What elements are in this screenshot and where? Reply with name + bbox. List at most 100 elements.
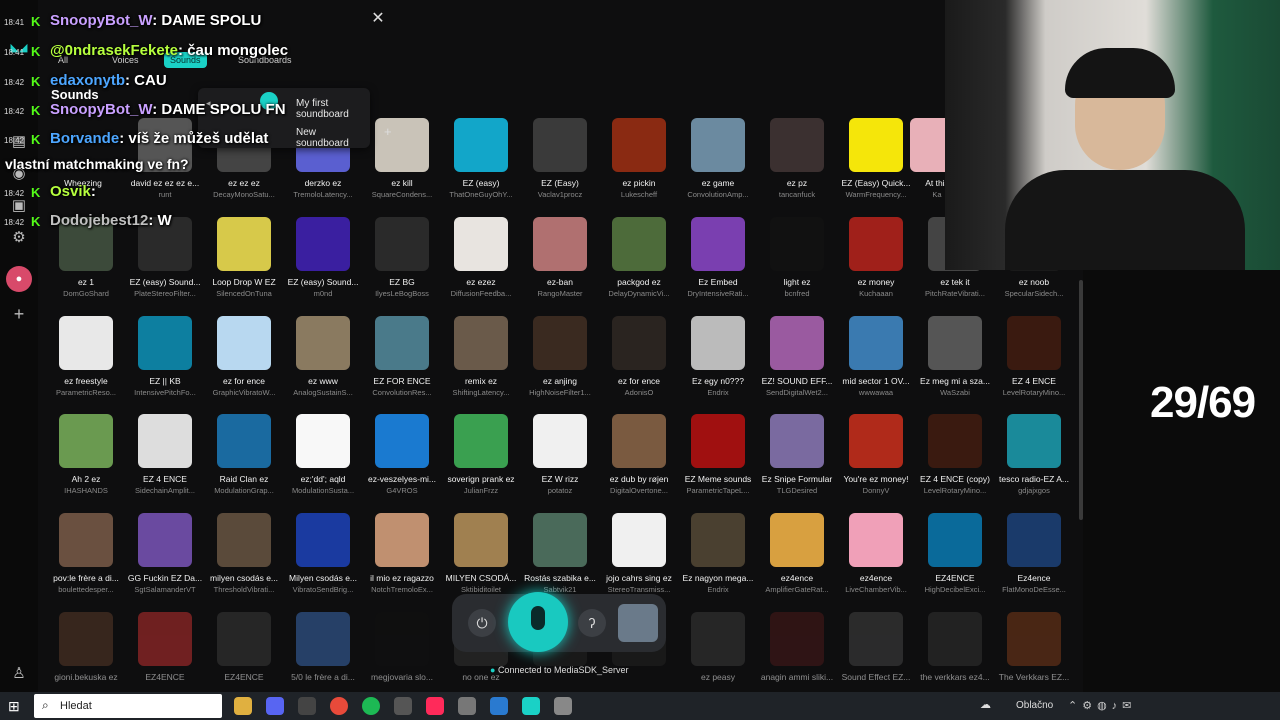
sound-tile[interactable]: ez anjing HighNoiseFilter1...: [521, 316, 599, 410]
store-icon[interactable]: [490, 697, 508, 715]
chrome-icon[interactable]: [330, 697, 348, 715]
weather-icon[interactable]: ☁: [980, 698, 991, 711]
discord-icon[interactable]: [266, 697, 284, 715]
sound-tile[interactable]: ez for ence GraphicVibratoW...: [205, 316, 283, 410]
sound-tile[interactable]: ez for ence AdonisO: [600, 316, 678, 410]
chat-message: edaxonytb: CAU: [50, 72, 167, 89]
sound-tile[interactable]: EZ (Easy) Vaclav1procz: [521, 118, 599, 212]
sound-tile[interactable]: EZ (easy) Sound... m0nd: [284, 217, 362, 311]
sound-tile[interactable]: milyen csodás e... ThresholdVibrati...: [205, 513, 283, 607]
app-icon[interactable]: [554, 697, 572, 715]
sound-tile[interactable]: EZ BG IlyesLeBogBoss: [363, 217, 441, 311]
sound-tile[interactable]: ez pz tancanfuck: [758, 118, 836, 212]
sound-tile[interactable]: light ez bcnfred: [758, 217, 836, 311]
sound-tile[interactable]: anagin ammi sliki...: [758, 612, 836, 692]
sound-tile[interactable]: ez money Kuchaaan: [837, 217, 915, 311]
sound-tile[interactable]: MILYEN CSODÁ... Sktibiditoilet: [442, 513, 520, 607]
sound-tile[interactable]: EZ4ENCE: [205, 612, 283, 692]
sound-tile[interactable]: EZ 4 ENCE SidechainAmplit...: [126, 414, 204, 508]
sound-tile[interactable]: ez4ence AmplifierGateRat...: [758, 513, 836, 607]
sound-tile[interactable]: packgod ez DelayDynamicVi...: [600, 217, 678, 311]
sound-tile[interactable]: ez-veszelyes-mi... G4VROS: [363, 414, 441, 508]
sound-tile[interactable]: Ah 2 ez IHASHANDS: [47, 414, 125, 508]
sound-tile[interactable]: Raid Clan ez ModulationGrap...: [205, 414, 283, 508]
sound-tile[interactable]: ez 1 DomGoShard: [47, 217, 125, 311]
sound-tile[interactable]: ez;'dd'; aqld ModulationSusta...: [284, 414, 362, 508]
sound-tile[interactable]: ez game ConvolutionAmp...: [679, 118, 757, 212]
sound-tile[interactable]: ez peasy: [679, 612, 757, 692]
sound-tile[interactable]: megjovaria slo...: [363, 612, 441, 692]
app-icon[interactable]: [458, 697, 476, 715]
sound-tile[interactable]: ez-ban RangoMaster: [521, 217, 599, 311]
sound-name: soverign prank ez: [447, 474, 515, 484]
sound-tile[interactable]: EZ Meme sounds ParametricTapeL...: [679, 414, 757, 508]
sound-tile[interactable]: EZ (easy) ThatOneGuyOhY...: [442, 118, 520, 212]
sound-tile[interactable]: EZ! SOUND EFF... SendDigitalWet2...: [758, 316, 836, 410]
sound-tile[interactable]: Sound Effect EZ...: [837, 612, 915, 692]
sound-tile[interactable]: GG Fuckin EZ Da... SgtSalamanderVT: [126, 513, 204, 607]
sound-tile[interactable]: remix ez ShiftingLatency...: [442, 316, 520, 410]
scrollbar[interactable]: [1079, 280, 1083, 520]
file-explorer-icon[interactable]: [234, 697, 252, 715]
sound-tile[interactable]: ez pickin Lukescheff: [600, 118, 678, 212]
sound-tile[interactable]: EZ 4 ENCE (copy) LevelRotaryMino...: [916, 414, 994, 508]
menu-item-new-soundboard[interactable]: New soundboard: [296, 127, 370, 149]
sound-tile[interactable]: il mio ez ragazzo NotchTremoloEx...: [363, 513, 441, 607]
sound-tile[interactable]: EZ4ENCE HighDecibelExci...: [916, 513, 994, 607]
sound-tile[interactable]: The Verkkars EZ...: [995, 612, 1073, 692]
sound-tile[interactable]: Ez egy n0??? Endrix: [679, 316, 757, 410]
steam-icon[interactable]: [298, 697, 316, 715]
obs-icon[interactable]: [394, 697, 412, 715]
sound-tile[interactable]: ez www AnalogSustainS...: [284, 316, 362, 410]
search-input[interactable]: ⌕ Hledat: [34, 694, 222, 718]
sound-tile[interactable]: ez dub by røjen DigitalOvertone...: [600, 414, 678, 508]
sound-tile[interactable]: Ez Snipe Formular TLGDesired: [758, 414, 836, 508]
sound-tile[interactable]: You're ez money! DonnyV: [837, 414, 915, 508]
sound-tile[interactable]: 5/0 le frère a di...: [284, 612, 362, 692]
tiktok-icon[interactable]: [426, 697, 444, 715]
spotify-icon[interactable]: [362, 697, 380, 715]
chat-text: : víš že můžeš udělat: [119, 130, 269, 147]
windows-start-icon[interactable]: ⊞: [8, 698, 24, 714]
gear-icon[interactable]: ⚙: [9, 228, 29, 248]
power-button[interactable]: ⏻: [468, 609, 496, 637]
hearing-icon[interactable]: ʔ: [578, 609, 606, 637]
sound-tile[interactable]: EZ (easy) Sound... PlateStereoFilter...: [126, 217, 204, 311]
soundboard-app-icon[interactable]: [522, 697, 540, 715]
sound-tile[interactable]: the verkkars ez4...: [916, 612, 994, 692]
menu-item-my-first-soundboard[interactable]: My first soundboard: [296, 98, 370, 120]
sound-tile[interactable]: Ez4ence FlatMonoDeEsse...: [995, 513, 1073, 607]
close-icon[interactable]: ✕: [370, 11, 386, 27]
sound-tile[interactable]: tesco radio-EZ A... gdjajxgos: [995, 414, 1073, 508]
sound-tile[interactable]: jojo cahrs sing ez StereoTransmiss...: [600, 513, 678, 607]
plus-icon[interactable]: +: [384, 124, 392, 139]
sound-tile[interactable]: Ez Embed DryIntensiveRati...: [679, 217, 757, 311]
user-icon[interactable]: ♙: [9, 664, 29, 684]
sound-tile[interactable]: pov:le frère a di... boulettedesper...: [47, 513, 125, 607]
soundboard-icon[interactable]: ▣: [9, 196, 29, 216]
sound-tile[interactable]: soverign prank ez JulianFrzz: [442, 414, 520, 508]
sound-tile[interactable]: EZ 4 ENCE LevelRotaryMino...: [995, 316, 1073, 410]
sound-tile[interactable]: ez ezez DiffusionFeedba...: [442, 217, 520, 311]
sound-tile[interactable]: ez4ence LiveChamberVib...: [837, 513, 915, 607]
mic-button[interactable]: [508, 592, 568, 652]
avatar[interactable]: ●: [6, 266, 32, 292]
sound-tile[interactable]: Milyen csodás e... VibratoSendBrig...: [284, 513, 362, 607]
sound-thumbnail: [770, 414, 824, 468]
sound-tile[interactable]: EZ FOR ENCE ConvolutionRes...: [363, 316, 441, 410]
sound-preview-thumb[interactable]: [618, 604, 658, 642]
sound-tile[interactable]: gioni.bekuska ez: [47, 612, 125, 692]
sound-tile[interactable]: EZ W rizz potatoz: [521, 414, 599, 508]
sound-tile[interactable]: mid sector 1 OV... wwwawaa: [837, 316, 915, 410]
sound-tile[interactable]: Loop Drop W EZ SilencedOnTuna: [205, 217, 283, 311]
plus-icon[interactable]: +: [9, 304, 29, 324]
sound-tile[interactable]: Ez nagyon mega... Endrix: [679, 513, 757, 607]
sound-tile[interactable]: EZ4ENCE: [126, 612, 204, 692]
sound-name: ez ez ez: [228, 178, 260, 188]
system-tray[interactable]: ⌃⚙◍♪✉: [1068, 699, 1136, 712]
sound-tile[interactable]: Ez meg mi a sza... WaSzabi: [916, 316, 994, 410]
sound-tile[interactable]: ez kill SquareCondens...: [363, 118, 441, 212]
sound-tile[interactable]: EZ || KB IntensivePitchFo...: [126, 316, 204, 410]
sound-author: AdonisO: [624, 388, 654, 397]
sound-tile[interactable]: ez freestyle ParametricReso...: [47, 316, 125, 410]
